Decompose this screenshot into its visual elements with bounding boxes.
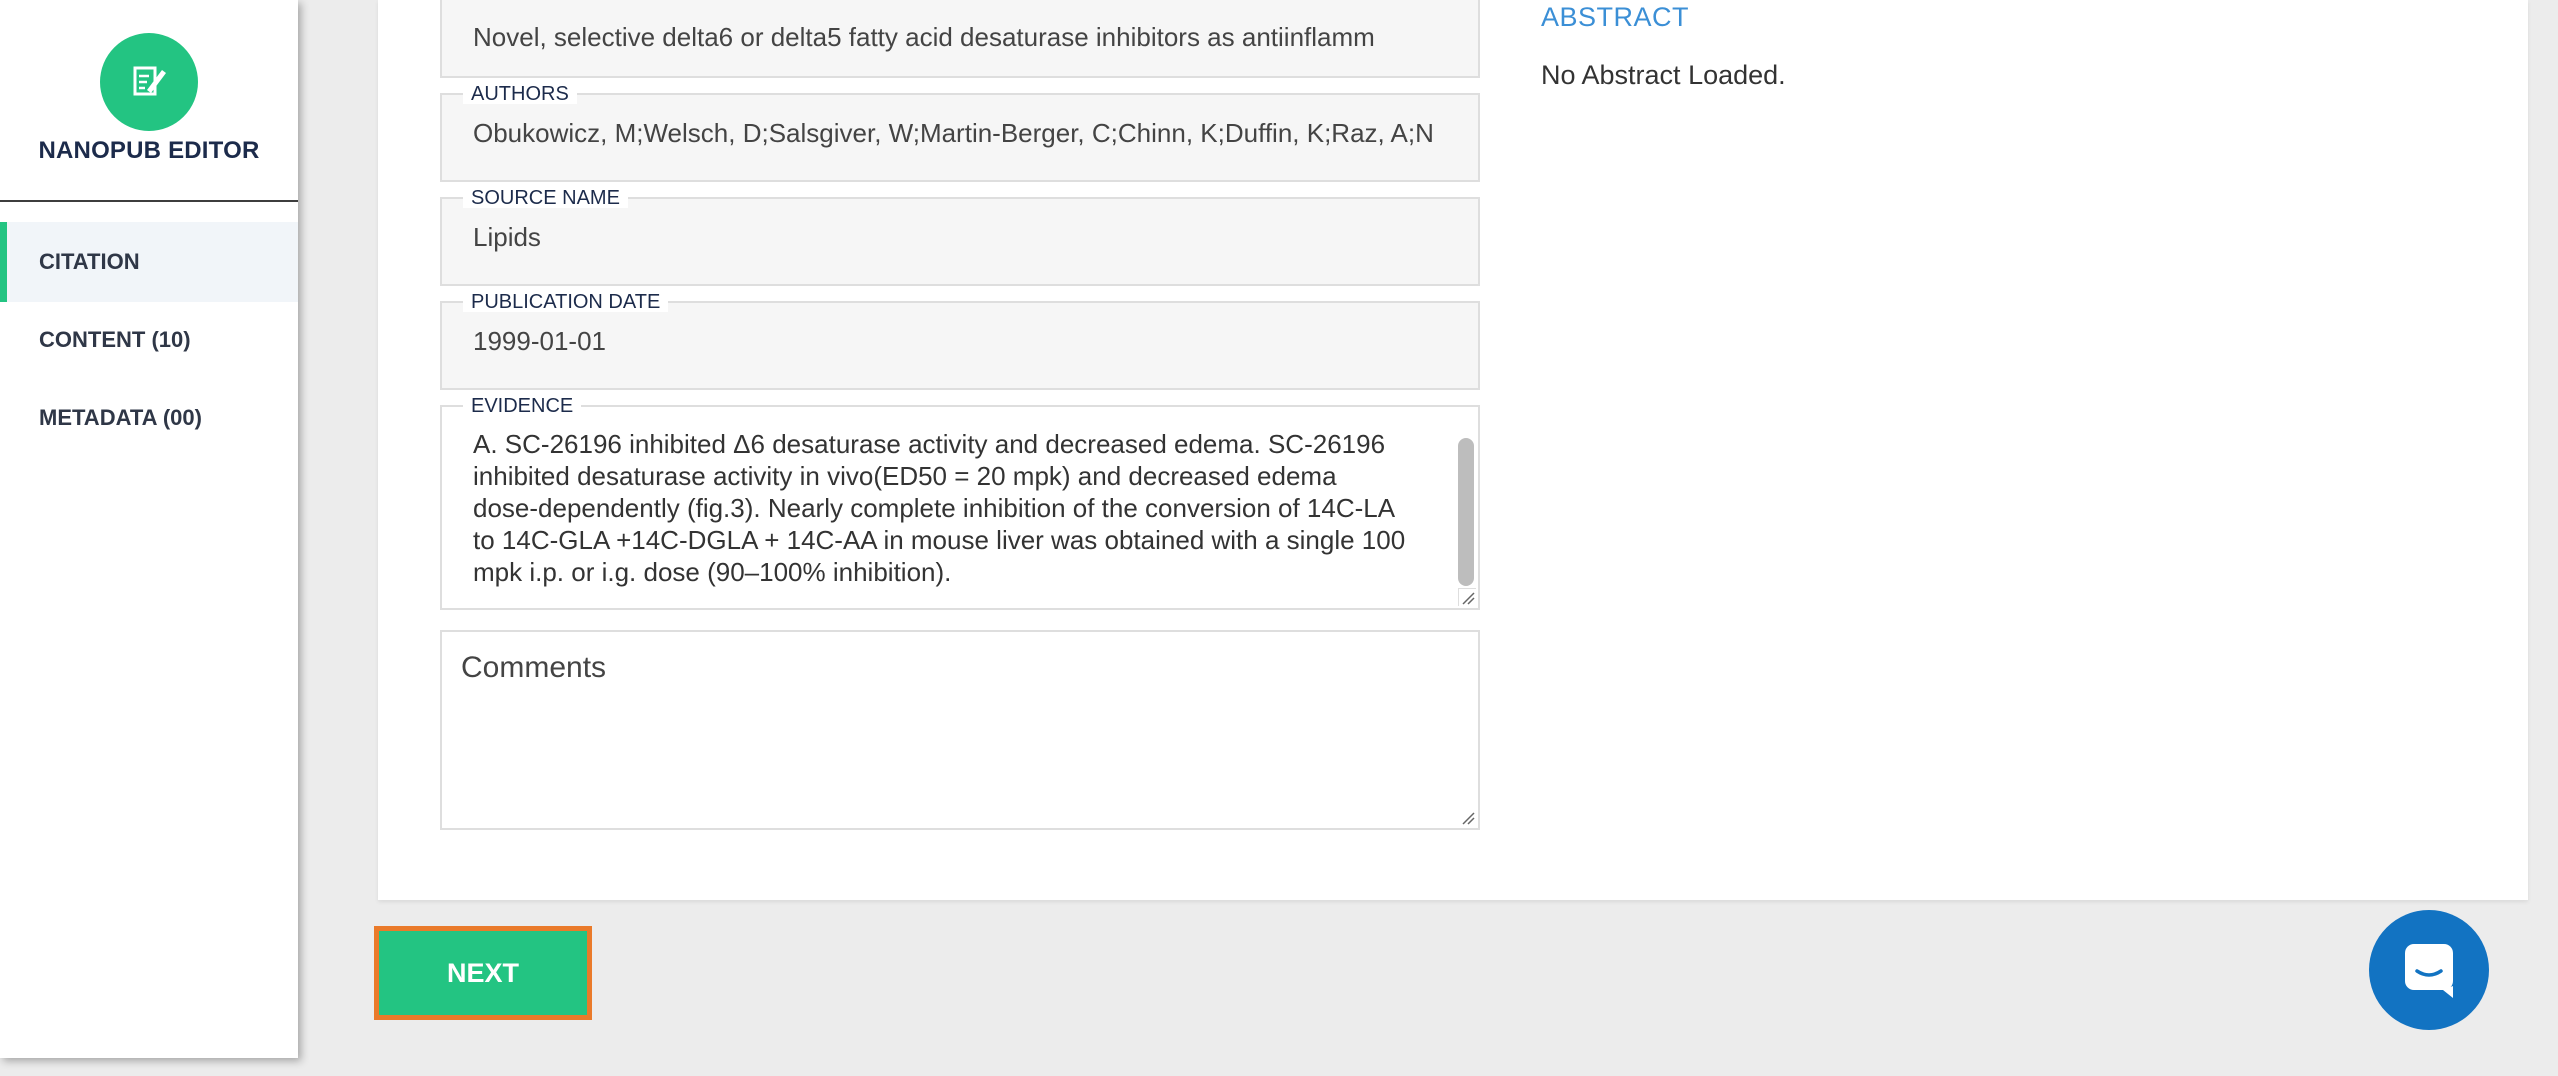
sidebar-item-label: CITATION	[39, 249, 140, 274]
sidebar: NANOPUB EDITOR CITATION CONTENT (10) MET…	[0, 0, 298, 1058]
title-field[interactable]: Novel, selective delta6 or delta5 fatty …	[440, 0, 1480, 78]
sidebar-item-content[interactable]: CONTENT (10)	[0, 300, 298, 380]
authors-label: AUTHORS	[463, 84, 577, 104]
sidebar-item-label: METADATA (00)	[39, 405, 202, 430]
source-name-value[interactable]: Lipids	[473, 208, 1447, 252]
sidebar-item-citation[interactable]: CITATION	[0, 222, 298, 302]
next-button[interactable]: NEXT	[374, 926, 592, 1020]
sidebar-item-metadata[interactable]: METADATA (00)	[0, 378, 298, 458]
comments-textarea[interactable]: Comments	[440, 630, 1480, 830]
evidence-textarea[interactable]: A. SC-26196 inhibited Δ6 desaturase acti…	[473, 416, 1447, 588]
resize-handle-icon[interactable]	[1458, 808, 1476, 826]
resize-handle-icon[interactable]	[1458, 588, 1476, 606]
title-value[interactable]: Novel, selective delta6 or delta5 fatty …	[473, 0, 1447, 52]
source-name-label: SOURCE NAME	[463, 188, 628, 208]
evidence-field[interactable]: EVIDENCE A. SC-26196 inhibited Δ6 desatu…	[440, 396, 1480, 610]
sidebar-divider	[0, 200, 298, 202]
sidebar-item-label: CONTENT (10)	[39, 327, 191, 352]
source-name-field[interactable]: SOURCE NAME Lipids	[440, 188, 1480, 286]
publication-date-value[interactable]: 1999-01-01	[473, 312, 1447, 356]
app-logo	[100, 33, 198, 131]
abstract-heading: ABSTRACT	[1541, 2, 1690, 32]
authors-field[interactable]: AUTHORS Obukowicz, M;Welsch, D;Salsgiver…	[440, 84, 1480, 182]
app-title: NANOPUB EDITOR	[38, 137, 260, 164]
chat-bubble-icon	[2399, 938, 2459, 1003]
abstract-body: No Abstract Loaded.	[1541, 60, 1786, 90]
chat-launcher-button[interactable]	[2369, 910, 2489, 1030]
comments-placeholder: Comments	[461, 651, 607, 684]
evidence-label: EVIDENCE	[463, 396, 582, 416]
publication-date-field[interactable]: PUBLICATION DATE 1999-01-01	[440, 292, 1480, 390]
evidence-scrollbar[interactable]	[1458, 438, 1474, 586]
publication-date-label: PUBLICATION DATE	[463, 292, 669, 312]
authors-value[interactable]: Obukowicz, M;Welsch, D;Salsgiver, W;Mart…	[473, 104, 1447, 148]
edit-document-icon	[129, 60, 169, 105]
